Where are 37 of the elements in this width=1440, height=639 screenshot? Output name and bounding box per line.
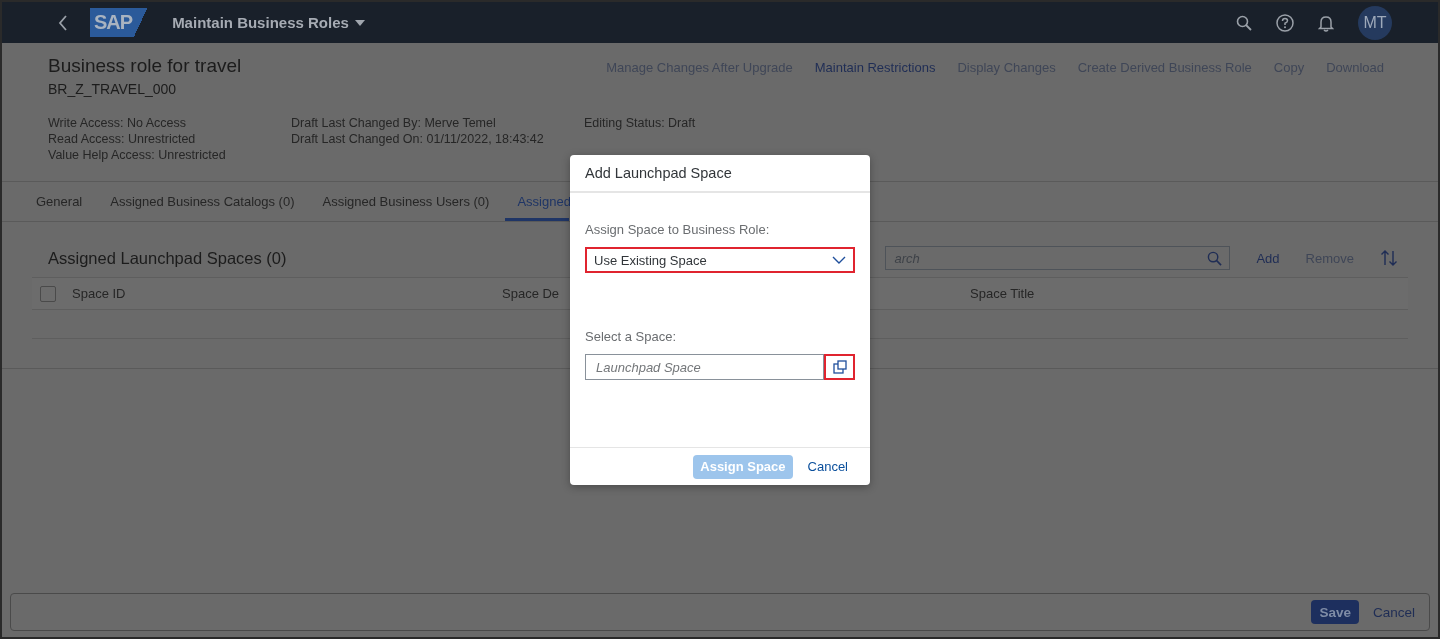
help-icon[interactable] (1276, 13, 1294, 32)
space-option-select[interactable]: Use Existing Space (585, 247, 855, 273)
field-label: Assign Space to Business Role: (585, 222, 771, 237)
cancel-button[interactable]: Cancel (1372, 600, 1415, 624)
header-attribute: Write Access: No Access (48, 115, 187, 131)
select-all-checkbox[interactable] (40, 285, 56, 302)
role-id: BR_Z_TRAVEL_000 (48, 81, 178, 97)
header-action[interactable]: Maintain Restrictions (814, 58, 936, 76)
tab[interactable]: General (24, 182, 95, 221)
header-attribute: Editing Status: Draft (584, 115, 696, 131)
header-attribute: Draft Last Changed By: Merve Temel (291, 115, 497, 131)
toolbar-button[interactable]: Add (1256, 250, 1280, 266)
page-title: Business role for travel (48, 55, 242, 77)
column-header: Space De (502, 286, 561, 301)
sort-icon[interactable] (1380, 249, 1398, 267)
section-title: Assigned Launchpad Spaces (0) (48, 248, 287, 268)
app-title-menu[interactable]: Maintain Business Roles (172, 14, 365, 31)
value-help-icon (832, 360, 847, 374)
save-button[interactable]: Save (1311, 600, 1359, 624)
caret-icon (354, 19, 365, 26)
user-avatar[interactable]: MT (1358, 5, 1392, 40)
header-attribute: Draft Last Changed On: 01/11/2022, 18:43:42 (291, 131, 545, 147)
field-label: Select a Space: (585, 329, 678, 344)
tab[interactable]: Assigned Business Users (0) (310, 182, 502, 221)
space-input[interactable]: Launchpad Space (585, 354, 824, 380)
bell-icon[interactable] (1318, 13, 1334, 32)
column-header: Space Title (970, 286, 1035, 301)
value-help-button[interactable] (824, 354, 855, 380)
header-attribute: Value Help Access: Unrestricted (48, 147, 227, 163)
header-attribute: Read Access: Unrestricted (48, 131, 197, 147)
column-header: Space ID (72, 286, 127, 301)
back-icon[interactable] (58, 14, 68, 31)
cancel-button[interactable]: Cancel (807, 454, 848, 479)
dialog-title: Add Launchpad Space (585, 165, 732, 181)
chevron-down-icon (832, 256, 846, 264)
tab[interactable]: Assigned Business Catalogs (0) (98, 182, 307, 221)
search-icon[interactable] (1236, 14, 1252, 31)
